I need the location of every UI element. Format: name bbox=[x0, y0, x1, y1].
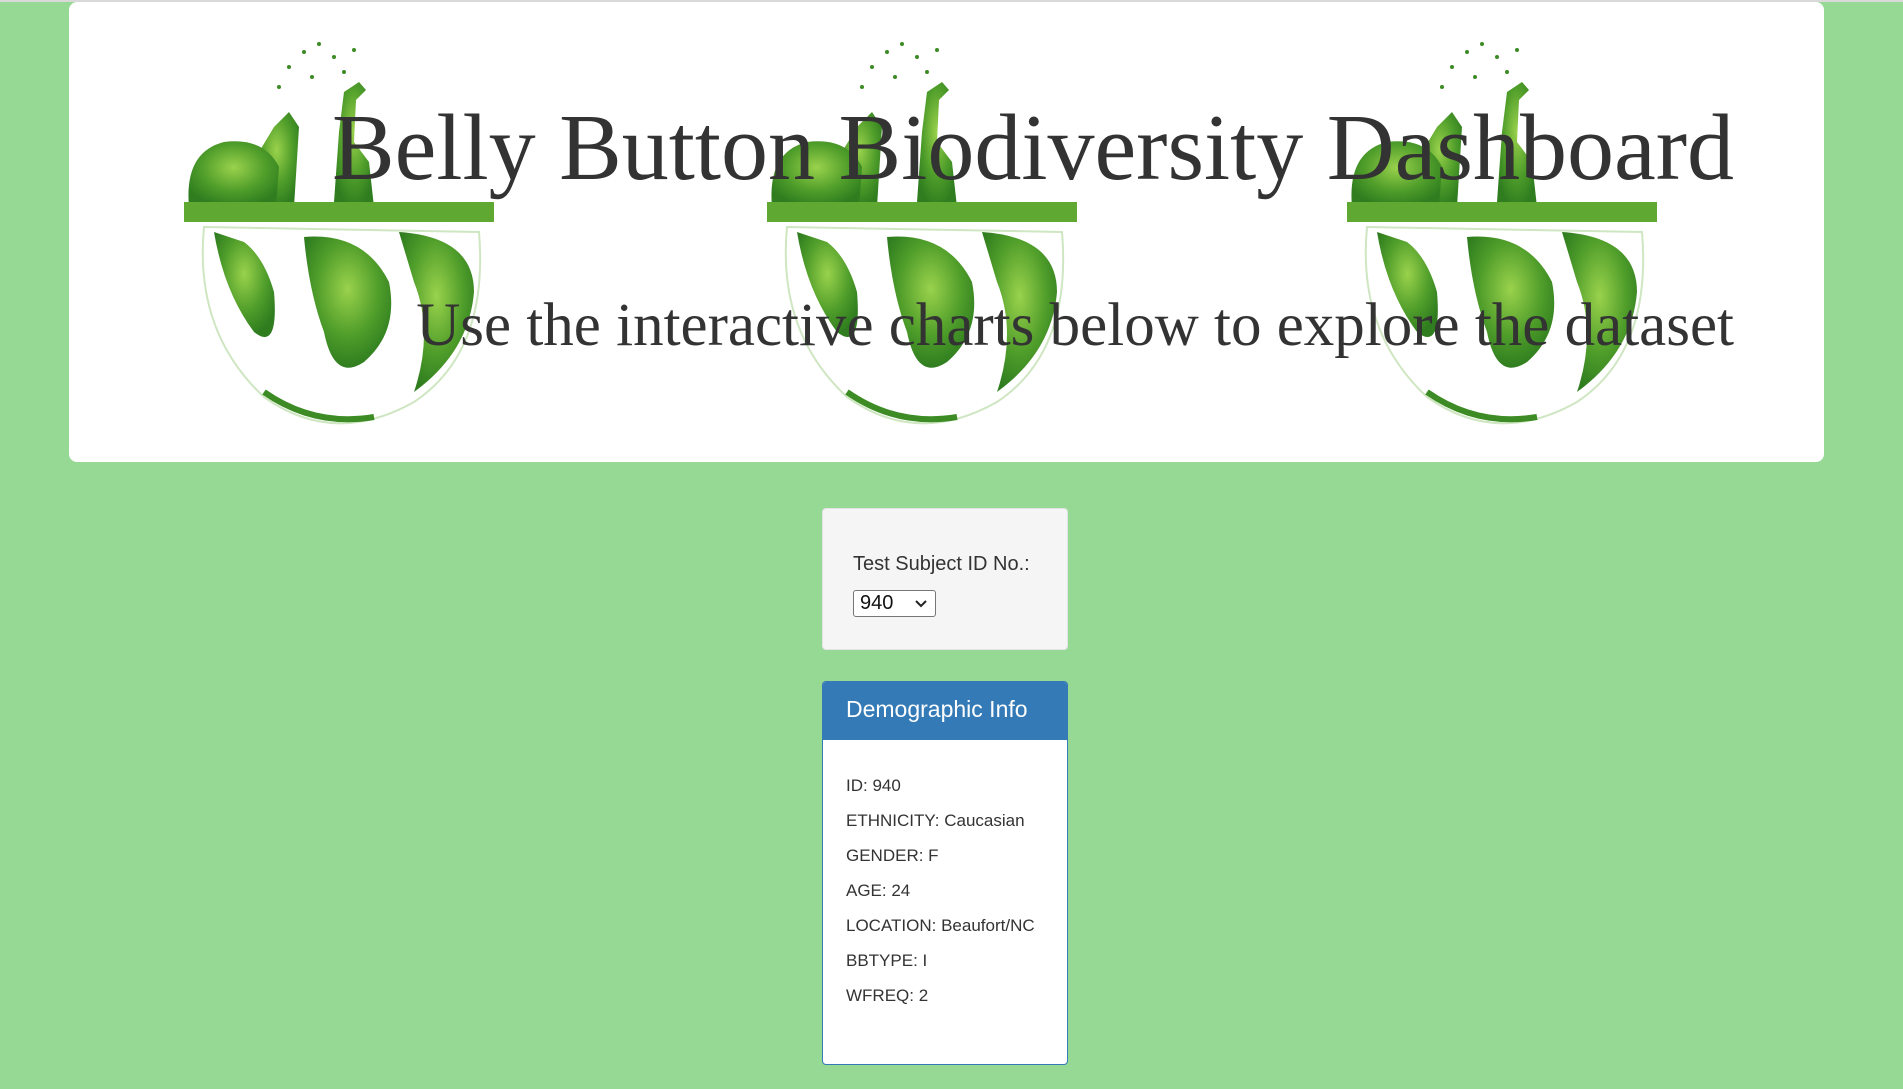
subject-selector-well: Test Subject ID No.: 940 bbox=[822, 508, 1068, 650]
demographic-info-body: ID: 940 ETHNICITY: Caucasian GENDER: F A… bbox=[823, 740, 1067, 1006]
demographic-info-panel: Demographic Info ID: 940 ETHNICITY: Cauc… bbox=[822, 681, 1068, 1065]
page-title: Belly Button Biodiversity Dashboard bbox=[331, 96, 1734, 200]
subject-id-selected-value: 940 bbox=[860, 592, 894, 614]
globe-wildlife-icon bbox=[184, 42, 494, 425]
demographic-info-heading: Demographic Info bbox=[823, 682, 1067, 740]
header-jumbotron: Belly Button Biodiversity Dashboard Use … bbox=[69, 2, 1824, 462]
demographic-line-id: ID: 940 bbox=[846, 776, 901, 795]
demographic-line-wfreq: WFREQ: 2 bbox=[846, 986, 929, 1005]
demographic-line-location: LOCATION: Beaufort/NC bbox=[846, 916, 1035, 935]
subject-id-select[interactable]: 940 bbox=[853, 590, 936, 617]
globe-wildlife-icon bbox=[1347, 42, 1657, 425]
demographic-line-bbtype: BBTYPE: I bbox=[846, 951, 928, 970]
subject-id-label: Test Subject ID No.: bbox=[853, 553, 1030, 575]
demographic-line-age: AGE: 24 bbox=[846, 881, 911, 900]
chevron-down-icon bbox=[915, 600, 927, 608]
page-subtitle: Use the interactive charts below to expl… bbox=[416, 292, 1734, 359]
demographic-line-gender: GENDER: F bbox=[846, 846, 939, 865]
demographic-line-ethnicity: ETHNICITY: Caucasian bbox=[846, 811, 1025, 830]
globe-wildlife-icon bbox=[767, 42, 1077, 425]
